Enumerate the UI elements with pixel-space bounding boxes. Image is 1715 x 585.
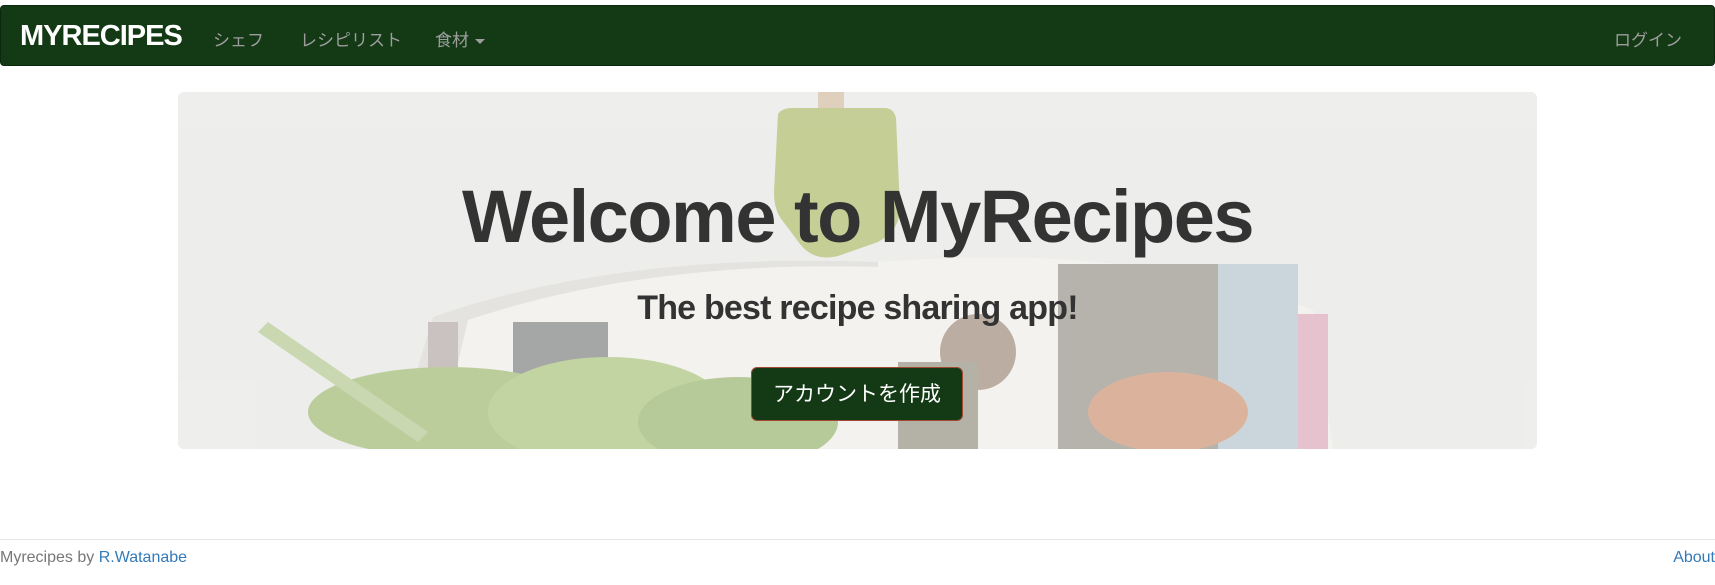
footer-prefix: Myrecipes by bbox=[0, 549, 95, 566]
footer-author-link[interactable]: R.Watanabe bbox=[99, 549, 187, 566]
footer-about-link[interactable]: About bbox=[1673, 549, 1715, 567]
caret-down-icon bbox=[475, 38, 485, 44]
nav-dropdown-ingredients[interactable]: 食材 bbox=[435, 26, 485, 51]
login-link[interactable]: ログイン bbox=[1614, 26, 1682, 51]
create-account-button[interactable]: アカウントを作成 bbox=[751, 367, 963, 421]
hero-jumbotron: Welcome to MyRecipes The best recipe sha… bbox=[178, 92, 1537, 449]
hero-subtitle: The best recipe sharing app! bbox=[637, 289, 1078, 327]
nav-dropdown-label: 食材 bbox=[435, 31, 469, 51]
nav-link-recipe-list[interactable]: レシピリスト bbox=[300, 26, 402, 51]
footer-credit: Myrecipes by R.Watanabe bbox=[0, 549, 187, 567]
brand-logo[interactable]: MYRECIPES bbox=[20, 20, 183, 53]
nav-link-chef[interactable]: シェフ bbox=[213, 26, 264, 51]
top-navbar: MYRECIPES シェフ レシピリスト 食材 ログイン bbox=[0, 5, 1715, 66]
hero-title: Welcome to MyRecipes bbox=[461, 175, 1255, 258]
footer-divider bbox=[0, 539, 1715, 540]
